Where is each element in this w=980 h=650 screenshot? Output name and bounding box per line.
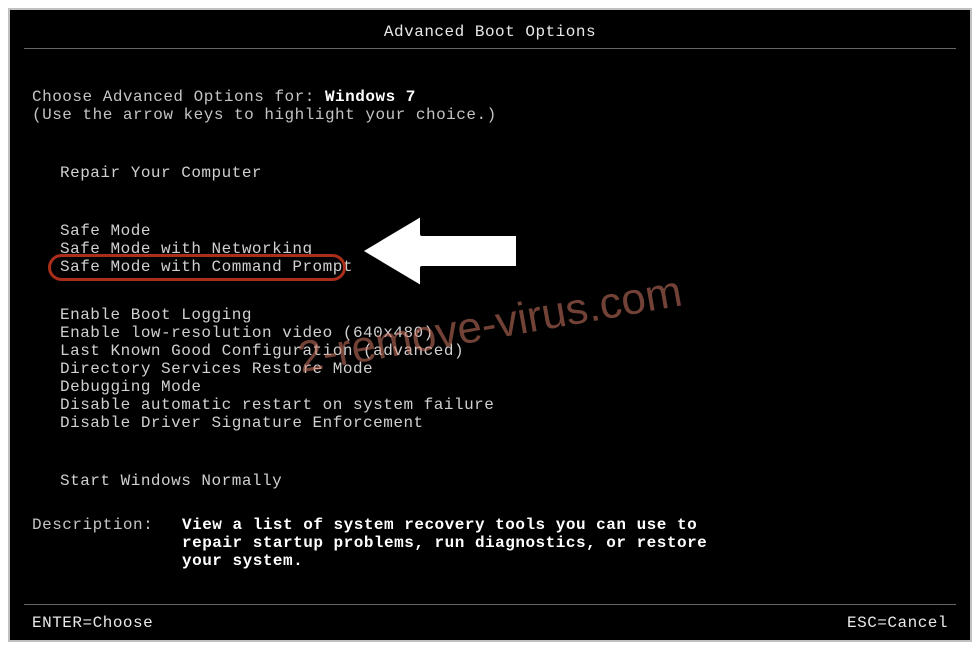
option-safe-mode[interactable]: Safe Mode [32, 222, 948, 240]
page-title: Advanced Boot Options [10, 18, 970, 46]
option-repair-your-computer[interactable]: Repair Your Computer [32, 164, 948, 182]
description-block: Description: View a list of system recov… [32, 516, 742, 570]
header-prefix: Choose Advanced Options for: [32, 88, 325, 106]
footer-enter-choose: ENTER=Choose [32, 614, 153, 632]
content-area: Choose Advanced Options for: Windows 7 (… [32, 88, 948, 490]
header-line: Choose Advanced Options for: Windows 7 [32, 88, 948, 106]
option-start-windows-normally[interactable]: Start Windows Normally [32, 472, 948, 490]
group-normal: Start Windows Normally [32, 472, 948, 490]
window-frame: Advanced Boot Options Choose Advanced Op… [8, 8, 972, 642]
header-hint: (Use the arrow keys to highlight your ch… [32, 106, 948, 124]
option-enable-boot-logging[interactable]: Enable Boot Logging [32, 306, 948, 324]
option-directory-services-restore[interactable]: Directory Services Restore Mode [32, 360, 948, 378]
option-low-resolution-video[interactable]: Enable low-resolution video (640x480) [32, 324, 948, 342]
description-text: View a list of system recovery tools you… [182, 516, 742, 570]
group-repair: Repair Your Computer [32, 164, 948, 182]
highlight-ring-annotation [48, 254, 346, 281]
group-advanced: Enable Boot Logging Enable low-resolutio… [32, 306, 948, 432]
title-divider [24, 48, 956, 49]
footer-bar: ENTER=Choose ESC=Cancel [32, 614, 948, 632]
boot-screen: Advanced Boot Options Choose Advanced Op… [10, 10, 970, 640]
footer-esc-cancel: ESC=Cancel [847, 614, 948, 632]
header-os: Windows 7 [325, 88, 416, 106]
description-label: Description: [32, 516, 152, 570]
option-disable-driver-signature[interactable]: Disable Driver Signature Enforcement [32, 414, 948, 432]
option-debugging-mode[interactable]: Debugging Mode [32, 378, 948, 396]
option-last-known-good-config[interactable]: Last Known Good Configuration (advanced) [32, 342, 948, 360]
footer-divider [24, 604, 956, 605]
option-disable-auto-restart[interactable]: Disable automatic restart on system fail… [32, 396, 948, 414]
